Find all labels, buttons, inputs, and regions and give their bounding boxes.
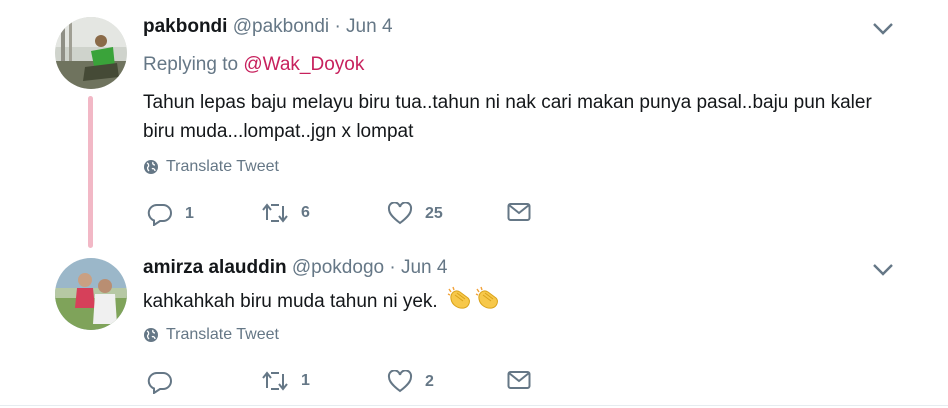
- display-name[interactable]: amirza alauddin: [143, 257, 287, 278]
- replying-to: Replying to @Wak_Doyok: [143, 54, 364, 76]
- display-name[interactable]: pakbondi: [143, 16, 227, 37]
- direct-message-icon: [507, 203, 531, 221]
- tweet-text: Tahun lepas baju melayu biru tua..tahun …: [143, 92, 872, 142]
- retweet-icon: [262, 371, 288, 391]
- tweet-header: pakbondi @pakbondi · Jun 4: [143, 16, 393, 38]
- translate-button[interactable]: Translate Tweet: [143, 158, 279, 176]
- reply-icon: [147, 203, 172, 226]
- retweet-icon: [262, 203, 288, 223]
- translate-button[interactable]: Translate Tweet: [143, 326, 279, 344]
- retweet-count: 6: [301, 204, 310, 221]
- clapping-hands-emoji: [447, 286, 498, 309]
- divider: [0, 405, 948, 406]
- avatar[interactable]: [55, 258, 127, 330]
- like-icon: [387, 202, 413, 225]
- chevron-down-icon[interactable]: [872, 263, 894, 277]
- user-handle[interactable]: @pokdogo: [292, 257, 384, 278]
- tweet-text-row: kahkahkah biru muda tahun ni yek.: [143, 285, 903, 316]
- tweet-text: kahkahkah biru muda tahun ni yek.: [143, 291, 438, 312]
- retweet-count: 1: [301, 372, 310, 389]
- like-count: 25: [425, 205, 443, 222]
- like-count: 2: [425, 373, 434, 390]
- like-button[interactable]: 25: [387, 202, 443, 226]
- chevron-down-icon[interactable]: [872, 22, 894, 36]
- tweet-date[interactable]: · Jun 4: [389, 257, 447, 278]
- reply-count: 1: [185, 205, 194, 222]
- tweet-header: amirza alauddin @pokdogo · Jun 4: [143, 257, 447, 279]
- thread-line: [88, 96, 93, 248]
- reply-button[interactable]: [147, 370, 185, 394]
- tweet[interactable]: pakbondi @pakbondi · Jun 4 Replying to @…: [0, 0, 948, 250]
- direct-message-button[interactable]: [507, 370, 531, 390]
- globe-icon: [144, 328, 158, 342]
- reply-icon: [147, 371, 172, 394]
- retweet-button[interactable]: 1: [261, 370, 310, 392]
- direct-message-button[interactable]: [507, 202, 531, 222]
- direct-message-icon: [507, 371, 531, 389]
- avatar[interactable]: [55, 17, 127, 89]
- like-icon: [387, 370, 413, 393]
- like-button[interactable]: 2: [387, 370, 434, 394]
- mention-link[interactable]: @Wak_Doyok: [243, 54, 364, 75]
- replying-prefix: Replying to: [143, 54, 239, 75]
- retweet-button[interactable]: 6: [261, 202, 310, 224]
- translate-label: Translate Tweet: [166, 326, 279, 343]
- translate-label: Translate Tweet: [166, 158, 279, 175]
- globe-icon: [144, 160, 158, 174]
- reply-button[interactable]: 1: [147, 202, 194, 226]
- tweet-date[interactable]: · Jun 4: [334, 16, 392, 37]
- user-handle[interactable]: @pakbondi: [233, 16, 329, 37]
